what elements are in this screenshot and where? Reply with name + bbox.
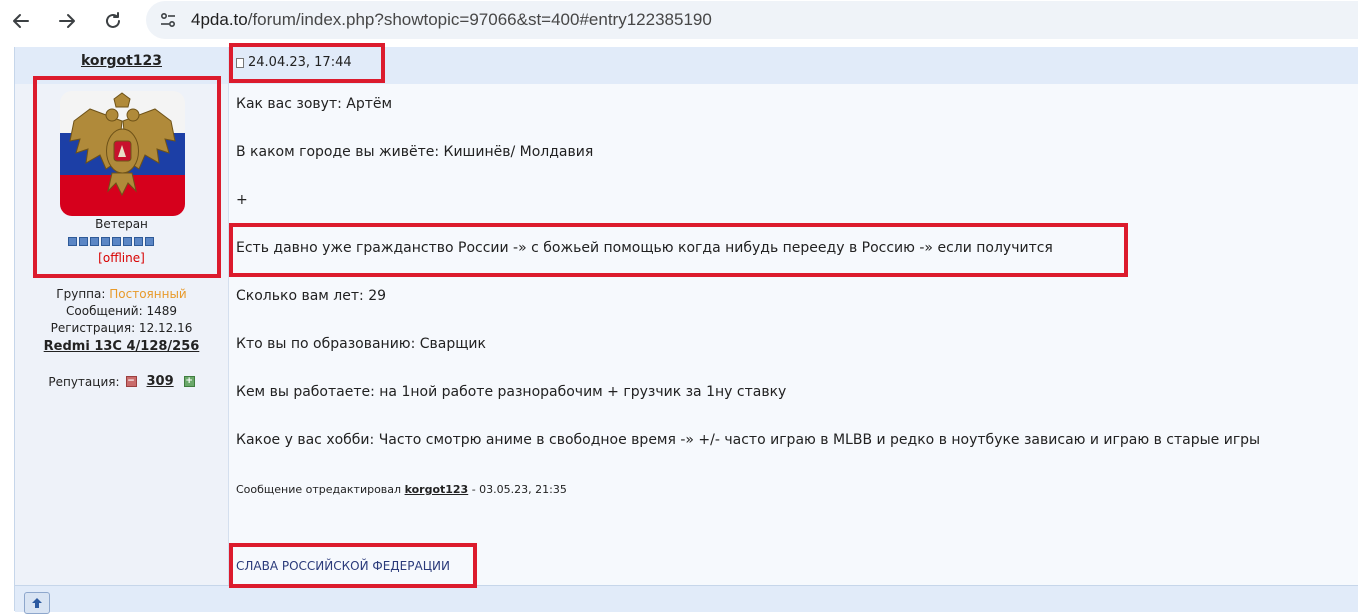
post-line: Кто вы по образованию: Сварщик	[236, 336, 486, 352]
forward-arrow-icon	[59, 14, 75, 28]
edit-note-user[interactable]: korgot123	[405, 483, 469, 496]
author-rank: Ветеран	[95, 217, 148, 231]
edit-note-date: - 03.05.23, 21:35	[471, 483, 567, 496]
author-avatar[interactable]	[60, 91, 185, 216]
reputation-minus-icon[interactable]: −	[125, 376, 137, 387]
rank-pip	[68, 237, 77, 246]
rank-pip	[134, 237, 143, 246]
group-value: Постоянный	[109, 287, 187, 301]
edit-note: Сообщение отредактировал korgot123 - 03.…	[236, 483, 567, 496]
group-label: Группа:	[56, 287, 106, 301]
post-date[interactable]: 24.04.23, 17:44	[236, 55, 352, 70]
address-bar[interactable]: 4pda.to/forum/index.php?showtopic=97066&…	[146, 1, 1358, 39]
post-header	[229, 47, 1358, 84]
post-line: Сколько вам лет: 29	[236, 288, 387, 304]
online-status: [offline]	[98, 251, 145, 265]
author-group: Группа: Постоянный	[15, 287, 228, 301]
browser-toolbar: 4pda.to/forum/index.php?showtopic=97066&…	[0, 0, 1358, 42]
site-info-icon[interactable]	[156, 8, 180, 32]
column-divider	[228, 47, 229, 611]
post-line: Какое у вас хобби: Часто смотрю аниме в …	[236, 432, 1261, 448]
forum-post: korgot123 Ветеран [offline] Группа: Пост…	[0, 47, 1358, 614]
reputation-label: Репутация:	[48, 374, 120, 389]
post-line: Кем вы работаете: на 1ной работе разнора…	[236, 384, 787, 400]
author-username[interactable]: korgot123	[15, 53, 228, 69]
url-text[interactable]: 4pda.to/forum/index.php?showtopic=97066&…	[191, 10, 712, 30]
post-link-icon	[236, 57, 244, 68]
reputation-plus-icon[interactable]: +	[183, 376, 195, 387]
post-date-text: 24.04.23, 17:44	[248, 55, 352, 70]
author-post-count: Сообщений: 1489	[66, 304, 177, 318]
post-line: Как вас зовут: Артём	[236, 96, 393, 112]
edit-note-prefix: Сообщение отредактировал	[236, 483, 402, 496]
author-registration: Регистрация: 12.12.16	[50, 321, 193, 335]
rank-pip	[112, 237, 121, 246]
rank-pip	[101, 237, 110, 246]
reload-icon	[106, 12, 120, 28]
rank-pip	[79, 237, 88, 246]
back-button[interactable]	[8, 8, 34, 34]
url-host: 4pda.to	[191, 10, 248, 29]
post-line: +	[236, 192, 248, 208]
rank-pips	[68, 237, 154, 247]
post-line: Есть давно уже гражданство России -» с б…	[236, 240, 1053, 256]
back-arrow-icon	[13, 14, 29, 28]
rank-pip	[90, 237, 99, 246]
reputation: Репутация: − 309 +	[15, 374, 228, 389]
signature-divider: --------------------	[236, 538, 313, 552]
rank-pip	[145, 237, 154, 246]
rank-pip	[123, 237, 132, 246]
post-line: В каком городе вы живёте: Кишинёв/ Молда…	[236, 144, 594, 160]
post-footer	[15, 585, 1358, 612]
reputation-value[interactable]: 309	[147, 374, 174, 389]
reload-button[interactable]	[100, 8, 126, 34]
up-arrow-icon	[32, 598, 42, 608]
forward-button[interactable]	[54, 8, 80, 34]
signature: СЛАВА РОССИЙСКОЙ ФЕДЕРАЦИИ	[236, 559, 450, 573]
url-path: /forum/index.php?showtopic=97066&st=400#…	[247, 10, 712, 29]
author-device[interactable]: Redmi 13C 4/128/256	[15, 339, 228, 354]
